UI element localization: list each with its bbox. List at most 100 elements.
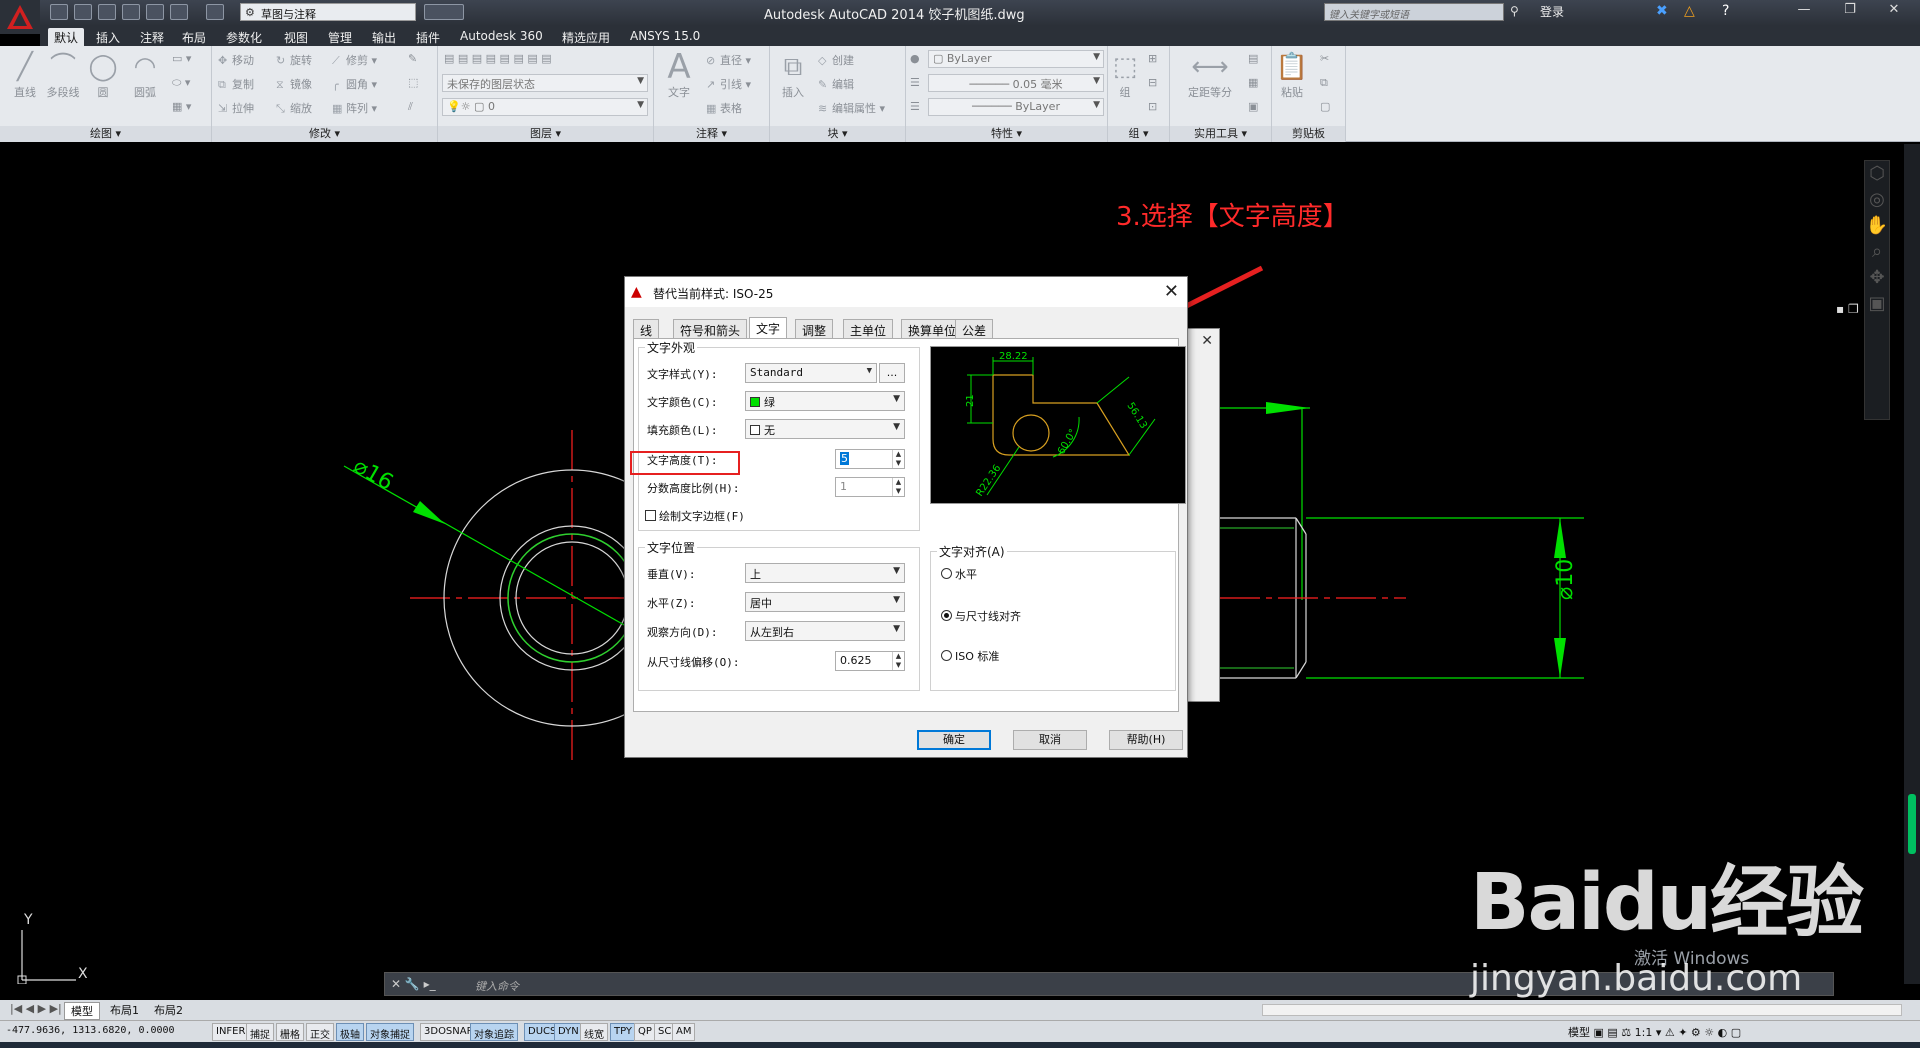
save-as-icon[interactable] bbox=[122, 4, 140, 20]
tab-lines[interactable]: 线 bbox=[633, 319, 660, 339]
paste-tool[interactable]: 📋 粘贴 bbox=[1272, 50, 1312, 100]
annotation-scale[interactable]: 1:1 bbox=[1635, 1026, 1653, 1039]
toggle-snap[interactable]: 捕捉 bbox=[246, 1023, 274, 1041]
groups-group-label[interactable]: 组 ▾ bbox=[1108, 126, 1169, 142]
tab-autodesk-360[interactable]: Autodesk 360 bbox=[454, 28, 549, 46]
help-icon[interactable]: ? bbox=[1722, 3, 1729, 19]
group-tool[interactable]: ⬚ 组 bbox=[1108, 50, 1142, 100]
fillet-tool[interactable]: ╭ 圆角 ▾ bbox=[332, 76, 377, 92]
ok-button[interactable]: 确定 bbox=[917, 730, 991, 750]
text-height-spinner[interactable]: 5 ▲ ▼ bbox=[835, 449, 905, 469]
workspace-dropdown[interactable]: ⚙ 草图与注释 bbox=[240, 3, 416, 21]
match-properties-icon[interactable]: ● bbox=[910, 52, 920, 65]
status-tool-icons[interactable]: ▾ ⚠ ✦ ⚙ ☼ ◐ ▢ bbox=[1656, 1026, 1741, 1039]
edit-block-tool[interactable]: ✎ 编辑 bbox=[818, 76, 854, 92]
tab-plugins[interactable]: 插件 bbox=[410, 28, 446, 46]
rotate-tool[interactable]: ↻ 旋转 bbox=[276, 52, 312, 68]
align-horizontal-radio[interactable]: 水平 bbox=[941, 566, 977, 582]
copy-tool[interactable]: ⧉ 复制 bbox=[218, 76, 254, 92]
vertical-scrollbar[interactable] bbox=[1904, 144, 1920, 984]
modify-group-label[interactable]: 修改 ▾ bbox=[212, 126, 437, 142]
align-dimension-line-radio[interactable]: 与尺寸线对齐 bbox=[941, 608, 1021, 624]
tab-annotate[interactable]: 注释 bbox=[134, 28, 170, 46]
text-height-value[interactable]: 5 bbox=[840, 452, 849, 465]
tab-nav-arrows[interactable]: |◀ ◀ ▶ ▶| bbox=[4, 1002, 68, 1015]
rectangle-icon[interactable]: ▭ ▾ bbox=[172, 52, 191, 65]
horizontal-scrollbar[interactable] bbox=[1262, 1004, 1902, 1016]
toggle-3dosnap[interactable]: 3DOSNAP bbox=[420, 1023, 477, 1041]
command-line-icons[interactable]: ✕ 🔧 ▸_ bbox=[391, 977, 436, 991]
layer-properties-icon[interactable]: ▤ ▤ ▤ ▤ ▤ ▤ ▤ ▤ bbox=[444, 52, 552, 65]
toggle-tpy[interactable]: TPY bbox=[610, 1023, 637, 1041]
toggle-osnap[interactable]: 对象捕捉 bbox=[366, 1023, 414, 1041]
text-style-browse-button[interactable]: ... bbox=[879, 363, 905, 383]
quick-select-icon[interactable]: ▤ bbox=[1248, 52, 1258, 65]
linetype-dropdown[interactable]: ────── ByLayer ▼ bbox=[928, 98, 1104, 116]
fill-color-dropdown[interactable]: 无 ▼ bbox=[745, 419, 905, 439]
open-icon[interactable] bbox=[74, 4, 92, 20]
exchange-icon[interactable]: ✖ bbox=[1656, 3, 1668, 19]
diameter-tool[interactable]: ⊘ 直径 ▾ bbox=[706, 52, 751, 68]
create-block-tool[interactable]: ◇ 创建 bbox=[818, 52, 854, 68]
close-icon[interactable]: ✕ bbox=[1164, 281, 1179, 302]
toggle-otrack[interactable]: 对象追踪 bbox=[470, 1023, 518, 1041]
close-icon[interactable]: ✕ bbox=[1874, 2, 1914, 17]
navigation-bar[interactable]: ⬡ ◎ ✋ ⌕ ✥ ▣ bbox=[1864, 160, 1890, 420]
stretch-tool[interactable]: ⇲ 拉伸 bbox=[218, 100, 254, 116]
spinner-arrows-icon[interactable]: ▲ ▼ bbox=[892, 478, 904, 496]
close-icon[interactable]: ✕ bbox=[1201, 333, 1213, 349]
tab-layout2[interactable]: 布局2 bbox=[148, 1002, 189, 1018]
text-color-dropdown[interactable]: 绿 ▼ bbox=[745, 391, 905, 411]
model-space-button[interactable]: 模型 bbox=[1568, 1026, 1590, 1039]
tab-model[interactable]: 模型 bbox=[64, 1002, 100, 1020]
clipboard-group-label[interactable]: 剪贴板 bbox=[1272, 126, 1345, 142]
lineweight-icon[interactable]: ☰ bbox=[910, 76, 920, 89]
copy-clip-icon[interactable]: ⧉ bbox=[1320, 76, 1328, 90]
layers-group-label[interactable]: 图层 ▾ bbox=[438, 126, 653, 142]
tab-view[interactable]: 视图 bbox=[278, 28, 314, 46]
linetype-icon[interactable]: ☰ bbox=[910, 100, 920, 113]
toggle-am[interactable]: AM bbox=[672, 1023, 696, 1041]
toggle-grid[interactable]: 栅格 bbox=[276, 1023, 304, 1041]
cut-icon[interactable]: ✂ bbox=[1320, 52, 1329, 65]
restore-icon[interactable]: ❐ bbox=[1830, 2, 1870, 17]
draw-group-label[interactable]: 绘图 ▾ bbox=[0, 126, 211, 142]
login-link[interactable]: 登录 bbox=[1540, 3, 1564, 20]
layer-toolbar-icon[interactable] bbox=[424, 4, 464, 20]
command-input[interactable]: 键入命令 bbox=[475, 978, 519, 994]
explode-icon[interactable]: ⬚ bbox=[408, 76, 418, 89]
lineweight-dropdown[interactable]: ────── 0.05 毫米 ▼ bbox=[928, 74, 1104, 92]
tab-layout1[interactable]: 布局1 bbox=[104, 1002, 145, 1018]
match-icon[interactable]: ▢ bbox=[1320, 100, 1330, 113]
properties-group-label[interactable]: 特性 ▾ bbox=[906, 126, 1107, 142]
scroll-thumb[interactable] bbox=[1908, 794, 1916, 854]
edit-attributes-tool[interactable]: ≋ 编辑属性 ▾ bbox=[818, 100, 885, 116]
save-icon[interactable] bbox=[98, 4, 116, 20]
tab-featured-apps[interactable]: 精选应用 bbox=[556, 28, 616, 46]
tab-ansys[interactable]: ANSYS 15.0 bbox=[624, 28, 706, 46]
tab-tolerances[interactable]: 公差 bbox=[955, 319, 994, 339]
tab-alternate-units[interactable]: 换算单位 bbox=[901, 319, 964, 339]
utilities-group-label[interactable]: 实用工具 ▾ bbox=[1170, 126, 1271, 142]
tab-output[interactable]: 输出 bbox=[366, 28, 402, 46]
erase-icon[interactable]: ✎ bbox=[408, 52, 417, 65]
spinner-arrows-icon[interactable]: ▲ ▼ bbox=[892, 652, 904, 670]
offset-icon[interactable]: ⫽ bbox=[408, 100, 413, 114]
annotation-group-label[interactable]: 注释 ▾ bbox=[654, 126, 769, 142]
trim-tool[interactable]: ⟋ 修剪 ▾ bbox=[332, 52, 377, 68]
ungroup-icon[interactable]: ⊞ bbox=[1148, 52, 1157, 65]
table-tool[interactable]: ▦ 表格 bbox=[706, 100, 742, 116]
toggle-ortho[interactable]: 正交 bbox=[306, 1023, 334, 1041]
text-tool[interactable]: A 文字 bbox=[656, 50, 702, 100]
align-iso-radio[interactable]: ISO 标准 bbox=[941, 648, 999, 664]
text-frame-checkbox[interactable]: 绘制文字边框(F) bbox=[645, 508, 745, 524]
tab-manage[interactable]: 管理 bbox=[322, 28, 358, 46]
vertical-dropdown[interactable]: 上 ▼ bbox=[745, 563, 905, 583]
checkbox-icon[interactable] bbox=[645, 510, 656, 521]
minimize-icon[interactable]: — bbox=[1784, 2, 1824, 17]
horizontal-dropdown[interactable]: 居中 ▼ bbox=[745, 592, 905, 612]
tab-insert[interactable]: 插入 bbox=[90, 28, 126, 46]
ellipse-icon[interactable]: ⬭ ▾ bbox=[172, 76, 190, 90]
layer-dropdown[interactable]: 💡☼ ▢ 0 ▼ bbox=[442, 98, 648, 116]
spinner-arrows-icon[interactable]: ▲ ▼ bbox=[892, 450, 904, 468]
